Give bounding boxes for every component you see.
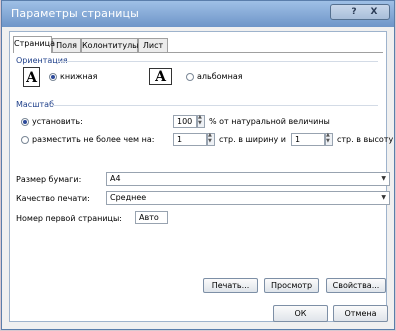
title-buttons: ? X — [330, 4, 390, 20]
dialog-body: Страница Поля Колонтитулы Лист Ориентаци… — [9, 31, 393, 322]
fit-height-spinner[interactable] — [325, 132, 333, 146]
scale-percent-suffix: % от натуральной величины — [209, 117, 330, 126]
scale-percent-spinner[interactable] — [197, 114, 205, 128]
paper-size-select[interactable]: A4 ▼ — [106, 172, 390, 186]
preview-button[interactable]: Просмотр — [264, 278, 319, 293]
portrait-icon: A — [23, 67, 40, 87]
chevron-down-icon: ▼ — [381, 175, 386, 182]
print-quality-value: Среднее — [110, 193, 147, 202]
tab-page[interactable]: Страница — [13, 36, 55, 53]
fit-width-input[interactable]: 1 — [173, 133, 207, 146]
fit-width-spinner[interactable] — [207, 132, 215, 146]
tab-divider — [13, 52, 383, 53]
print-quality-select[interactable]: Среднее ▼ — [106, 191, 390, 205]
close-icon[interactable]: X — [363, 5, 385, 19]
scale-divider — [52, 105, 378, 106]
paper-size-value: A4 — [110, 174, 121, 183]
tab-header-footer[interactable]: Колонтитулы — [81, 38, 139, 52]
window-title: Параметры страницы — [11, 7, 139, 20]
landscape-icon: A — [149, 68, 172, 85]
page-setup-dialog: Параметры страницы ? X Страница Поля Кол… — [1, 0, 395, 330]
print-quality-label: Качество печати: — [16, 194, 90, 203]
scale-heading: Масштаб — [16, 100, 55, 109]
landscape-radio[interactable] — [186, 73, 194, 81]
portrait-radio[interactable] — [49, 73, 57, 81]
portrait-label[interactable]: книжная — [60, 72, 97, 81]
help-icon[interactable]: ? — [343, 5, 365, 19]
cancel-button[interactable]: Отмена — [333, 305, 388, 322]
title-bar[interactable]: Параметры страницы ? X — [2, 1, 394, 27]
scale-set-label[interactable]: установить: — [32, 117, 83, 126]
landscape-label[interactable]: альбомная — [197, 72, 243, 81]
first-page-number-label: Номер первой страницы: — [16, 214, 122, 223]
print-button[interactable]: Печать... — [203, 278, 258, 293]
scale-percent-input[interactable]: 100 — [173, 115, 197, 128]
ok-button[interactable]: ОК — [273, 305, 328, 322]
tab-sheet[interactable]: Лист — [138, 38, 168, 52]
properties-button[interactable]: Свойства... — [326, 278, 386, 293]
paper-size-label: Размер бумаги: — [16, 175, 82, 184]
fit-height-suffix: стр. в высоту — [337, 135, 394, 144]
first-page-number-input[interactable]: Авто — [135, 211, 168, 224]
orientation-divider — [58, 61, 378, 62]
fit-width-suffix: стр. в ширину и — [219, 135, 286, 144]
scale-fit-label[interactable]: разместить не более чем на: — [32, 135, 154, 144]
chevron-down-icon: ▼ — [381, 194, 386, 201]
scale-set-radio[interactable] — [21, 118, 29, 126]
tab-margins[interactable]: Поля — [52, 38, 81, 52]
scale-fit-radio[interactable] — [21, 136, 29, 144]
fit-height-input[interactable]: 1 — [291, 133, 325, 146]
